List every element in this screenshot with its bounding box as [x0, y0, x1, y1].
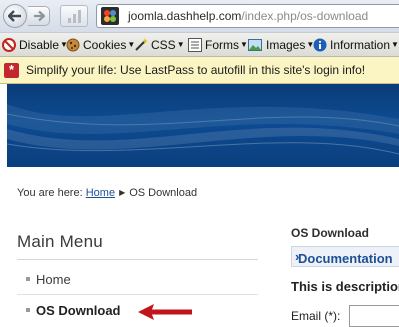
forms-icon [188, 38, 202, 52]
documentation-text: Documentation [298, 251, 393, 266]
breadcrumb-home-link[interactable]: Home [86, 187, 115, 199]
email-label: Email (*): [291, 309, 341, 323]
bullet-icon [26, 308, 30, 312]
documentation-link[interactable]: › Documentation [291, 246, 399, 267]
main-menu-title: Main Menu [17, 232, 103, 251]
cookies-icon [66, 38, 80, 52]
css-wand-icon [135, 38, 148, 51]
images-menu[interactable]: Images▼ [247, 37, 314, 53]
annotation-arrow-icon [138, 304, 192, 320]
cookies-label: Cookies [83, 38, 127, 52]
cookies-menu[interactable]: Cookies▼ [66, 37, 135, 53]
article-description: This is description [291, 279, 399, 294]
breadcrumb-current: OS Download [129, 187, 198, 199]
images-label: Images [266, 38, 306, 52]
dropdown-arrow-icon: ▼ [391, 40, 399, 49]
history-button[interactable] [60, 5, 88, 27]
forward-button[interactable] [28, 6, 50, 26]
web-developer-toolbar: Disable▼ Cookies▼ CSS▼ Forms▼ Images▼ In… [0, 32, 399, 57]
css-label: CSS [151, 38, 176, 52]
joomla-favicon-icon [101, 7, 119, 25]
lastpass-notification-bar: * Simplify your life: Use LastPass to au… [0, 57, 399, 84]
information-label: Information [330, 38, 391, 52]
back-button[interactable] [3, 4, 27, 28]
article-title: OS Download [291, 226, 369, 240]
css-menu[interactable]: CSS▼ [134, 37, 185, 53]
forward-arrow-icon [33, 10, 45, 22]
dropdown-arrow-icon: ▼ [176, 40, 185, 49]
forms-menu[interactable]: Forms▼ [188, 37, 248, 53]
url-text: joomla.dashhelp.com/index.php/os-downloa… [128, 9, 368, 23]
breadcrumb-prefix: You are here: [17, 187, 83, 199]
information-icon [313, 38, 327, 52]
address-bar[interactable]: joomla.dashhelp.com/index.php/os-downloa… [96, 4, 399, 28]
lastpass-star-icon: * [4, 62, 19, 78]
images-icon [248, 39, 262, 51]
forms-label: Forms [205, 38, 239, 52]
disable-menu[interactable]: Disable▼ [2, 37, 68, 53]
back-arrow-icon [8, 10, 21, 22]
disable-icon [2, 38, 16, 52]
information-menu[interactable]: Information▼ [313, 37, 399, 53]
url-path: /index.php/os-download [241, 9, 369, 23]
lastpass-message: Simplify your life: Use LastPass to auto… [26, 63, 366, 77]
main-menu-divider [17, 259, 258, 260]
disable-label: Disable [19, 38, 60, 52]
banner-wave-graphic [7, 104, 399, 155]
menu-item-home[interactable]: Home [26, 272, 71, 287]
breadcrumb: You are here: Home ▶ OS Download [17, 187, 197, 199]
browser-nav-bar: joomla.dashhelp.com/index.php/os-downloa… [0, 0, 399, 32]
page-gutter [0, 84, 7, 327]
menu-separator [17, 294, 258, 295]
email-field[interactable] [349, 305, 399, 327]
site-header-banner [7, 84, 399, 167]
url-host: joomla.dashhelp.com [128, 9, 242, 23]
documentation-label: › Documentation [295, 249, 393, 266]
menu-item-label: Home [36, 272, 71, 287]
bullet-icon [26, 277, 30, 281]
bar-chart-icon [68, 10, 81, 23]
menu-item-os-download[interactable]: OS Download [26, 303, 121, 318]
menu-item-label: OS Download [36, 303, 121, 318]
breadcrumb-separator-icon: ▶ [119, 188, 126, 197]
